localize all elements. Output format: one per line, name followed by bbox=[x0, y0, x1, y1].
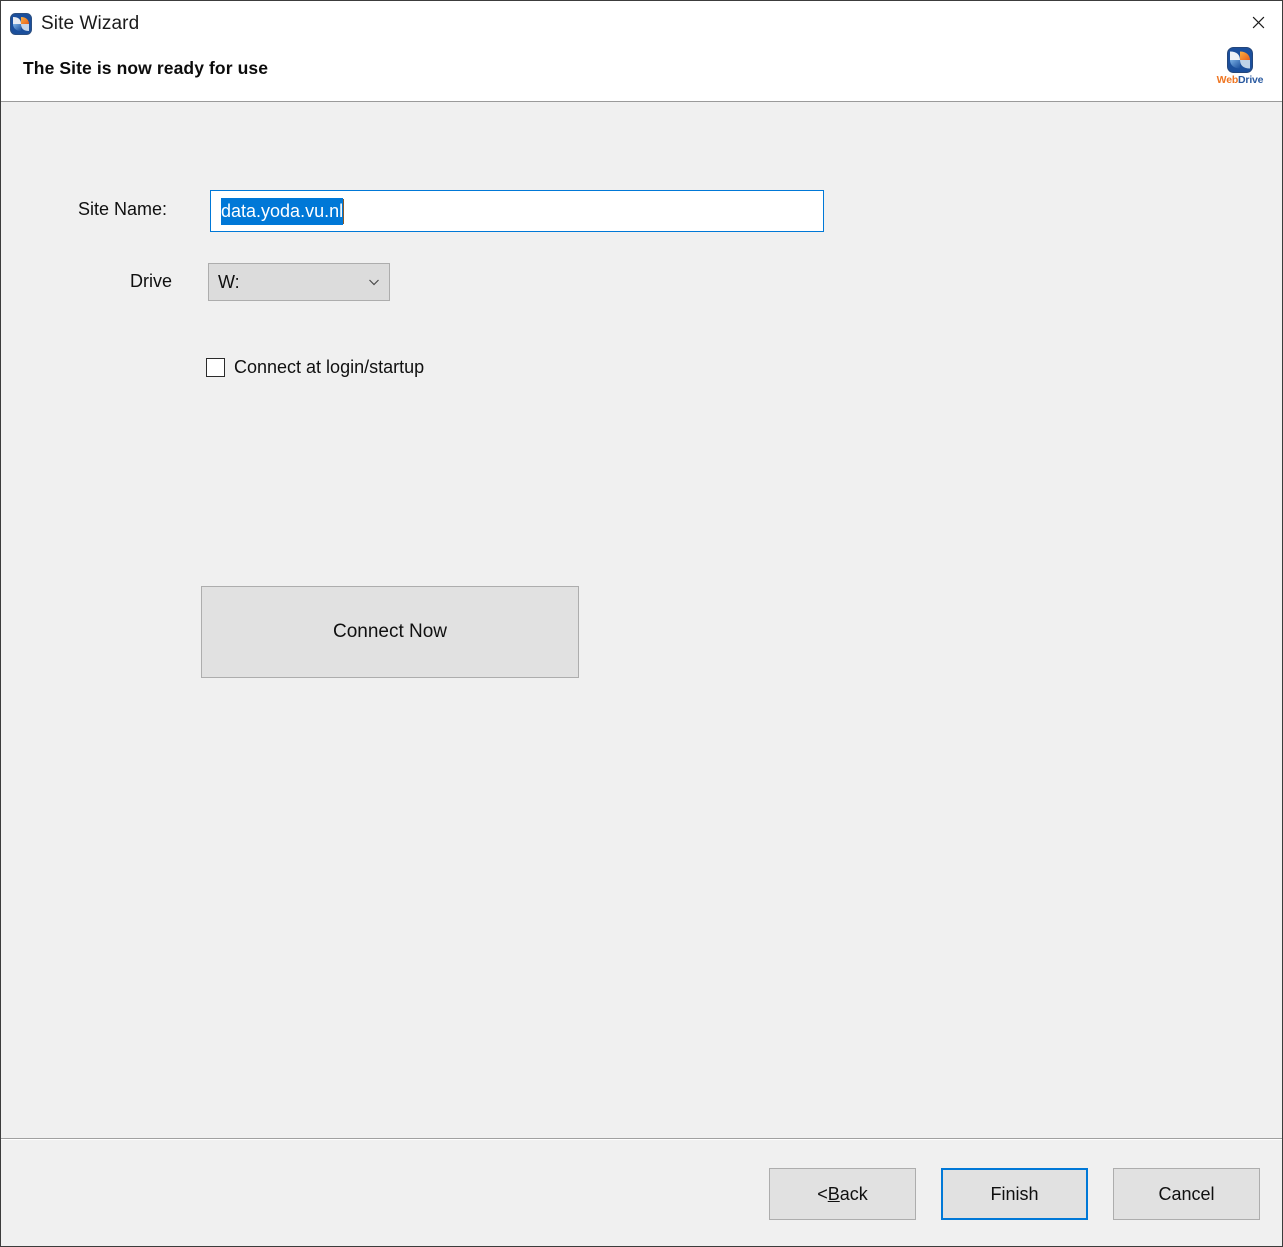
connect-at-startup-row[interactable]: Connect at login/startup bbox=[206, 357, 424, 378]
webdrive-pinwheel-icon bbox=[10, 13, 32, 35]
site-wizard-dialog: Site Wizard The Site is now ready for us… bbox=[0, 0, 1283, 1247]
site-name-row: Site Name: data.yoda.vu.nl bbox=[1, 190, 1282, 234]
webdrive-brand-logo: WebDrive bbox=[1204, 47, 1276, 86]
connect-now-button[interactable]: Connect Now bbox=[201, 586, 579, 678]
dialog-body: Site Name: data.yoda.vu.nl Drive W: Conn… bbox=[1, 102, 1282, 1139]
site-name-label: Site Name: bbox=[78, 199, 167, 220]
back-button-accelerator: B bbox=[828, 1184, 840, 1205]
site-name-input[interactable]: data.yoda.vu.nl bbox=[210, 190, 824, 232]
back-button-rest: ack bbox=[840, 1184, 868, 1205]
webdrive-pinwheel-icon bbox=[1227, 47, 1253, 73]
back-button[interactable]: < Back bbox=[769, 1168, 916, 1220]
dialog-footer: < Back Finish Cancel bbox=[1, 1139, 1282, 1246]
site-name-value: data.yoda.vu.nl bbox=[221, 198, 343, 225]
brand-word-drive: Drive bbox=[1238, 74, 1263, 86]
title-bar: Site Wizard bbox=[1, 1, 1282, 46]
close-icon[interactable] bbox=[1234, 1, 1282, 43]
drive-selected-value: W: bbox=[218, 272, 359, 293]
page-title: The Site is now ready for use bbox=[23, 58, 268, 79]
drive-label: Drive bbox=[130, 271, 172, 292]
connect-at-startup-checkbox[interactable] bbox=[206, 358, 225, 377]
chevron-down-icon bbox=[359, 275, 389, 289]
finish-button[interactable]: Finish bbox=[941, 1168, 1088, 1220]
dialog-header: Site Wizard The Site is now ready for us… bbox=[1, 1, 1282, 102]
footer-button-group: < Back Finish Cancel bbox=[769, 1168, 1260, 1220]
cancel-button[interactable]: Cancel bbox=[1113, 1168, 1260, 1220]
drive-select[interactable]: W: bbox=[208, 263, 390, 301]
window-title: Site Wizard bbox=[41, 13, 139, 35]
text-caret bbox=[343, 199, 344, 224]
brand-word-web: Web bbox=[1217, 74, 1238, 86]
back-button-prefix: < bbox=[817, 1184, 828, 1205]
connect-at-startup-label[interactable]: Connect at login/startup bbox=[234, 357, 424, 378]
brand-wordmark: WebDrive bbox=[1204, 74, 1276, 86]
drive-row: Drive W: bbox=[1, 263, 1282, 303]
